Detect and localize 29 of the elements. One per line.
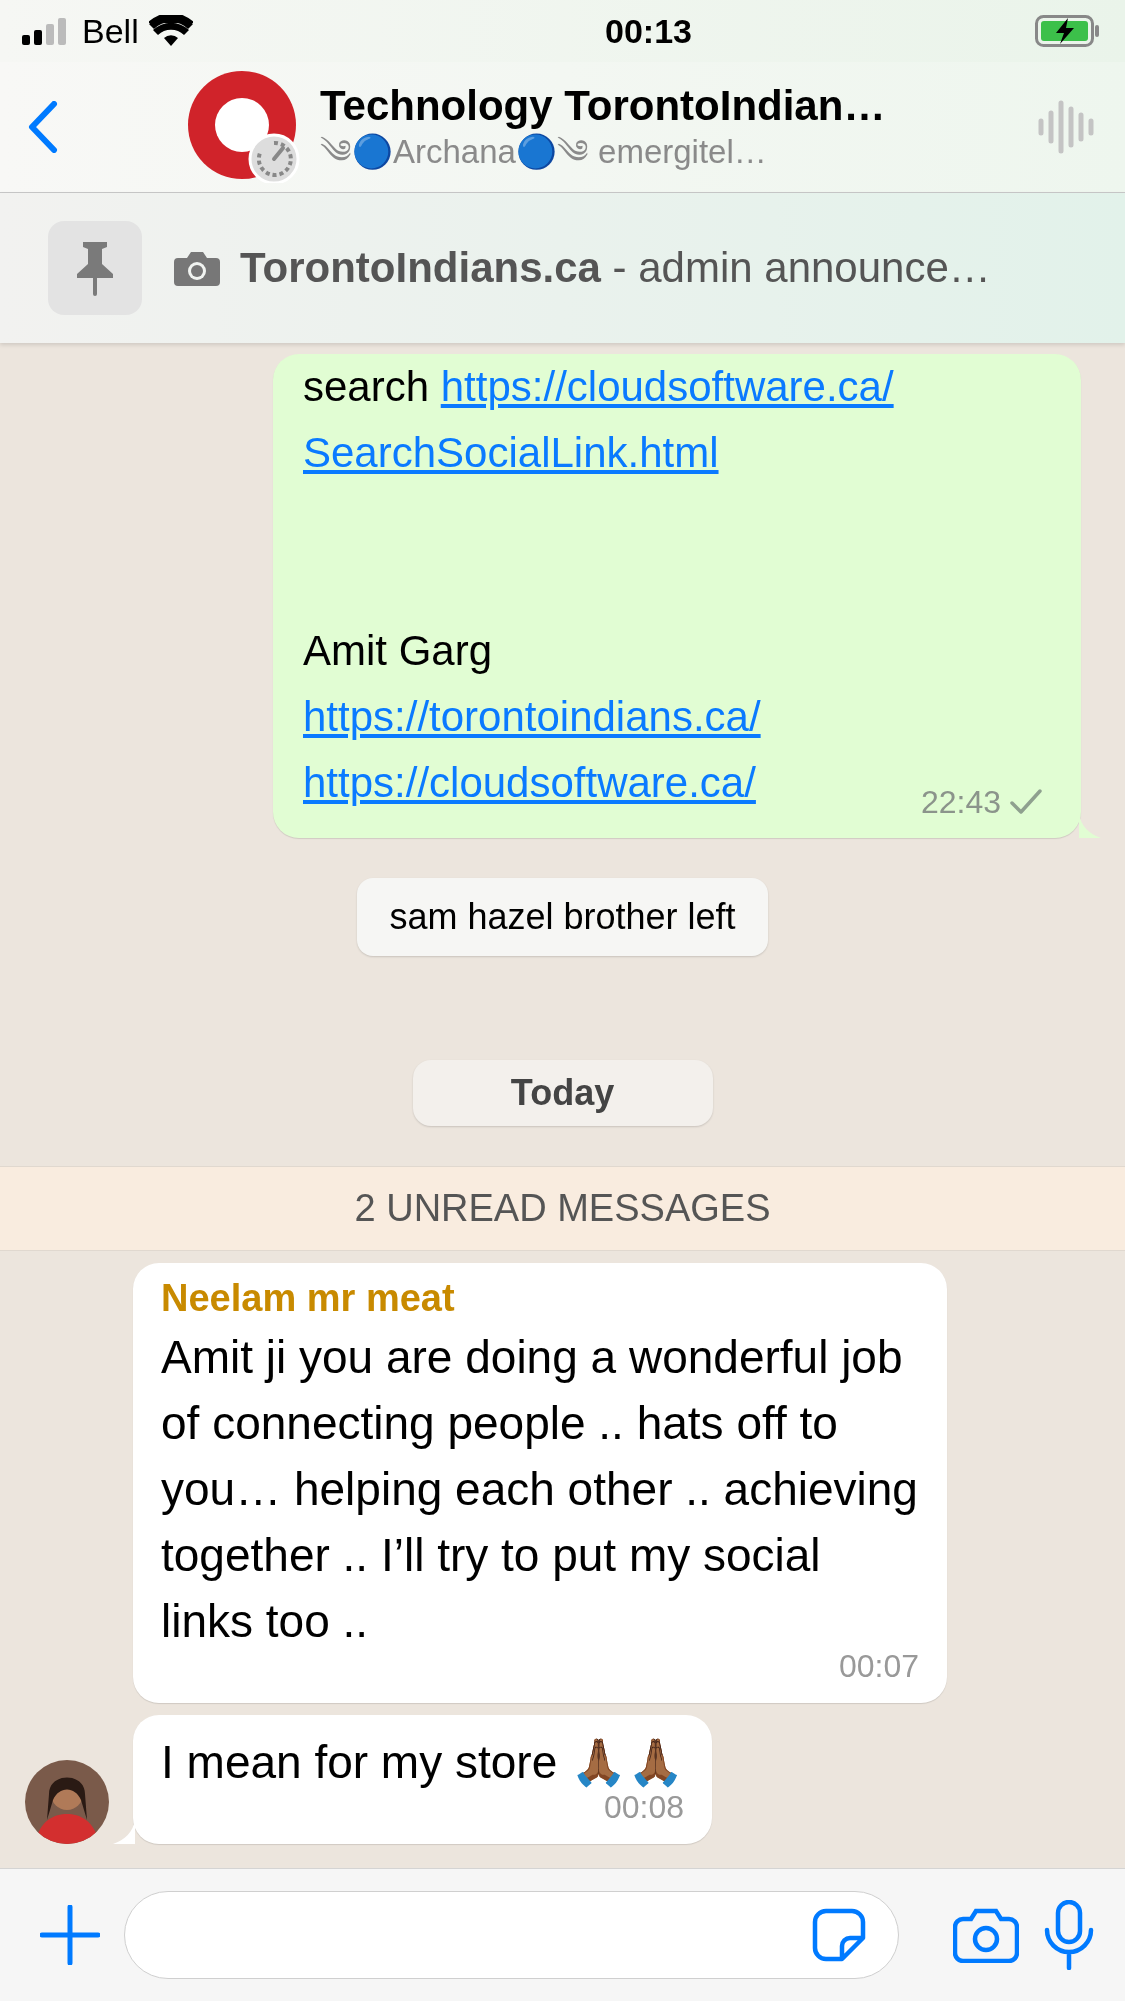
message-link[interactable]: https://cloudsoftware.ca/ (440, 363, 894, 410)
message-text: Amit ji you are doing a wonderful job of connecting people .. hats off to you… helping each other .. achieving together .. I’ll try to put my social links too .. (161, 1330, 919, 1649)
message-time: 00:07 (838, 1648, 919, 1685)
back-icon[interactable] (28, 101, 58, 153)
wifi-icon (148, 15, 193, 47)
message-time: 22:43 (920, 786, 1001, 818)
message-link[interactable]: SearchSocialLink.html (303, 429, 719, 476)
chat-members[interactable]: ༄🔵Archana🔵༄ emergitel… (320, 131, 767, 173)
carrier-name: Bell (82, 11, 139, 51)
chat-title[interactable]: Technology TorontoIndian… (320, 81, 886, 131)
sender-name[interactable]: Neelam mr meat (161, 1277, 919, 1320)
unread-banner: 2 UNREAD MESSAGES (0, 1166, 1125, 1251)
sticker-icon[interactable] (812, 1908, 866, 1962)
system-notice: sam hazel brother left (357, 878, 768, 956)
microphone-icon[interactable] (1043, 1900, 1095, 1970)
camera-icon (174, 250, 220, 286)
clock-time: 00:13 (605, 11, 692, 51)
camera-icon[interactable] (953, 1907, 1019, 1963)
message-time: 00:08 (603, 1789, 684, 1826)
pin-icon (75, 240, 115, 296)
date-separator: Today (412, 1060, 713, 1126)
message-text: Amit Garg (303, 627, 493, 674)
add-icon[interactable] (40, 1905, 100, 1965)
message-link[interactable]: https://cloudsoftware.ca/ (303, 759, 756, 806)
message-text: search (303, 363, 431, 410)
message-link[interactable]: https://torontoindians.ca/ (303, 693, 761, 740)
pin-button[interactable] (48, 221, 142, 315)
message-text: I mean for my store 🙏🏾🙏🏾 (161, 1735, 684, 1790)
group-avatar[interactable] (188, 71, 300, 183)
